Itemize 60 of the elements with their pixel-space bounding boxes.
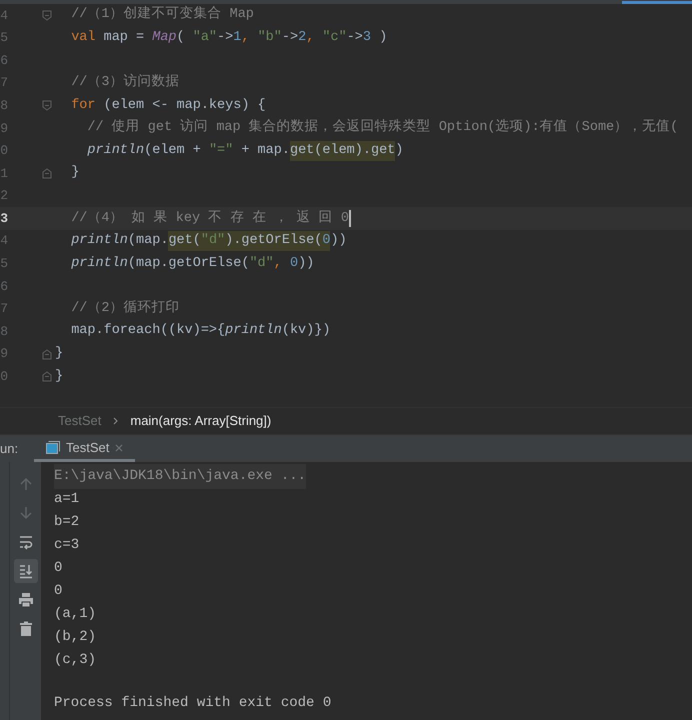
console-output: b=2 bbox=[54, 513, 80, 532]
console-output: (a,1) bbox=[54, 605, 96, 624]
code-line: val map = Map( "a"->1, "b"->2, "c"->3 ) bbox=[70, 28, 388, 47]
code-line: println(elem + "=" + map.get(elem).get) bbox=[55, 140, 404, 161]
line-number: 8 bbox=[0, 322, 9, 341]
line-number: 9 bbox=[0, 345, 9, 364]
code-comment: //（2）循环打印 bbox=[70, 299, 180, 318]
code-comment: //（3）访问数据 bbox=[70, 72, 180, 92]
code-line: println(map.getOrElse("d", 0)) bbox=[70, 254, 314, 273]
line-number: 8 bbox=[0, 96, 9, 115]
line-number: 6 bbox=[0, 52, 9, 70]
line-number: 2 bbox=[0, 187, 9, 206]
line-number: 0 bbox=[0, 142, 9, 160]
code-comment: //（1）创建不可变集合 Map bbox=[70, 5, 254, 24]
code-line: map.foreach((kv)=>{println(kv)}) bbox=[70, 322, 330, 340]
fold-marker-icon[interactable] bbox=[42, 10, 52, 21]
console-command: E:\java\JDK18\bin\java.exe ... bbox=[54, 464, 306, 489]
console-output: 0 bbox=[54, 582, 62, 601]
scroll-to-end-icon bbox=[18, 563, 34, 579]
code-line: } bbox=[55, 345, 64, 364]
printer-icon bbox=[18, 592, 34, 608]
console-icon bbox=[46, 441, 60, 454]
line-number: 3 bbox=[0, 210, 9, 228]
line-number: 1 bbox=[0, 164, 9, 183]
code-comment: //（4） 如 果 key 不 存 在 ， 返 回 0 bbox=[70, 208, 349, 228]
up-arrow-icon bbox=[18, 476, 34, 492]
panel-label: un: bbox=[0, 440, 20, 458]
console-output: a=1 bbox=[54, 490, 80, 509]
line-number: 4 bbox=[0, 6, 9, 25]
line-number: 5 bbox=[0, 255, 9, 274]
code-line: } bbox=[70, 164, 80, 182]
console-output: Process finished with exit code 0 bbox=[54, 694, 332, 713]
line-number: 0 bbox=[0, 368, 9, 386]
down-arrow-icon bbox=[18, 505, 34, 521]
line-number: 7 bbox=[0, 300, 9, 318]
breadcrumb-item[interactable]: TestSet bbox=[58, 411, 102, 431]
breadcrumb-item[interactable]: main(args: Array[String]) bbox=[130, 411, 272, 431]
console-output: c=3 bbox=[54, 536, 80, 555]
line-number: 5 bbox=[0, 29, 9, 48]
trash-icon bbox=[18, 621, 34, 637]
fold-marker-icon[interactable] bbox=[42, 100, 52, 112]
console-output: (c,3) bbox=[54, 651, 96, 670]
fold-marker-icon[interactable] bbox=[42, 348, 52, 360]
console-output: (b,2) bbox=[54, 628, 96, 647]
chevron-icon bbox=[113, 417, 118, 425]
line-number: 4 bbox=[0, 232, 9, 250]
code-comment: // 使用 get 访问 map 集合的数据，会返回特殊类型 Option(选项):有值（Some），无值( bbox=[86, 118, 678, 138]
console-output: 0 bbox=[54, 559, 62, 578]
line-number: 6 bbox=[0, 278, 9, 296]
code-line: for (elem <- map.keys) { bbox=[70, 96, 266, 115]
line-number: 7 bbox=[0, 74, 9, 92]
selected-tab-indicator bbox=[622, 1, 692, 4]
soft-wrap-icon bbox=[18, 534, 34, 550]
fold-marker-icon[interactable] bbox=[42, 371, 52, 382]
fold-marker-icon[interactable] bbox=[42, 168, 52, 179]
close-icon[interactable] bbox=[115, 444, 124, 452]
scroll-to-end-button[interactable] bbox=[14, 559, 38, 583]
code-line: } bbox=[55, 368, 64, 386]
text-cursor bbox=[348, 210, 351, 228]
line-number: 9 bbox=[0, 120, 9, 138]
